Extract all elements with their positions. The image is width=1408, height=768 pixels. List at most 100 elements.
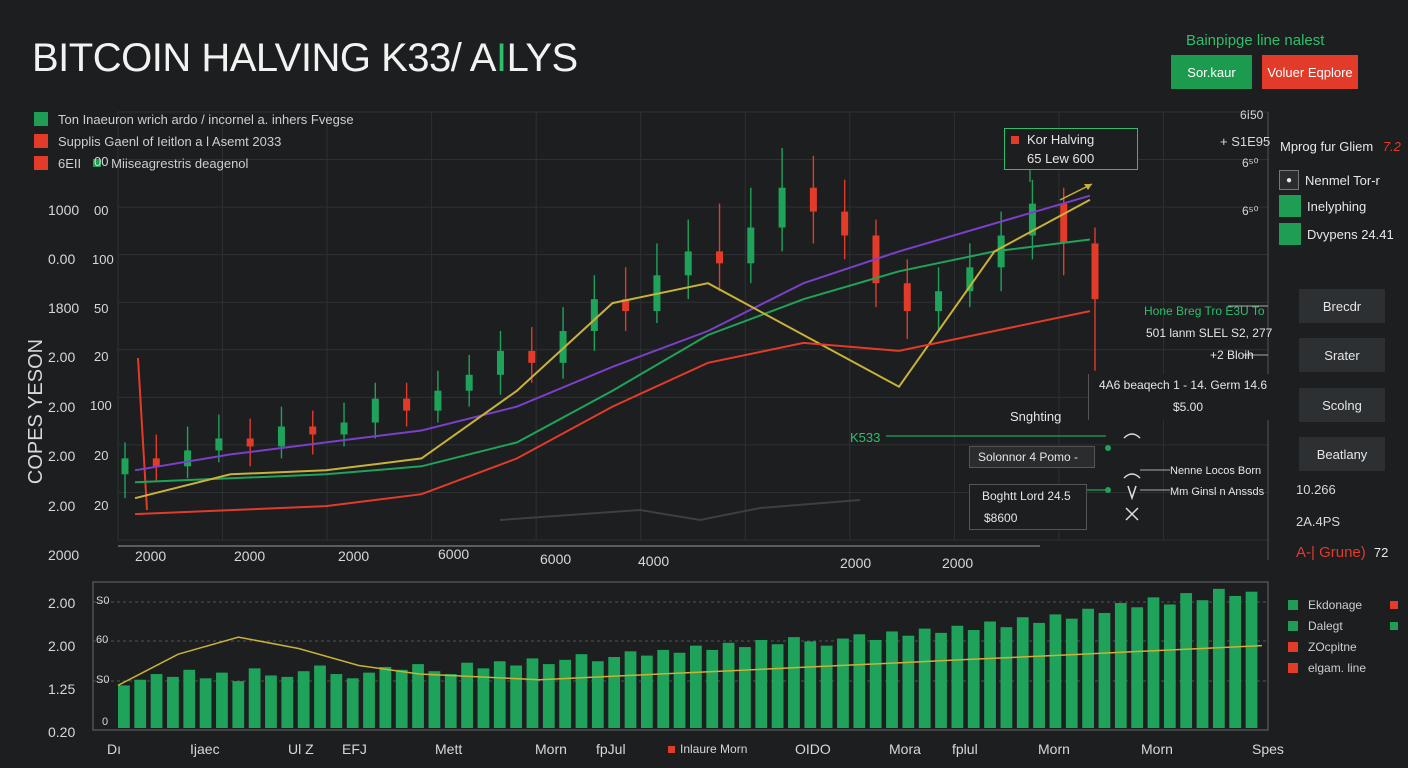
volume-bar (297, 671, 310, 728)
legend-swatch (1288, 620, 1298, 631)
green-action-button[interactable]: Sor.kaur (1171, 55, 1252, 89)
k33-label: K533 (850, 430, 881, 445)
side-button[interactable]: Beatlany (1299, 437, 1385, 471)
right-panel-footer-suffix: 72 (1373, 545, 1389, 560)
right-axis-label: 6ⅰ50 (1240, 108, 1264, 122)
volume-bar (1016, 617, 1029, 728)
halving-callout-title: Kor Halving (1011, 132, 1137, 147)
y-tick-label-inner: 00 (94, 203, 109, 218)
radio-icon: ● (1279, 170, 1299, 190)
volume-bar (886, 631, 898, 728)
right-panel-swatch (1279, 195, 1301, 217)
right-panel-item-label: Inelyphing (1307, 198, 1367, 214)
legend-swatch (34, 134, 48, 148)
y-tick-label-inner: 100 (90, 398, 112, 413)
volume-bar (591, 661, 604, 728)
header-subtitle: Bainpipge line nalest (1186, 32, 1325, 49)
legend-label: Supplis Gaenl of Ieitlon a l Asemt 2033 (58, 133, 282, 149)
volume-bar (346, 678, 359, 728)
vol-y-tick-label: 0.20 (48, 724, 76, 740)
y-tick-label-inner: 20 (94, 349, 109, 364)
volume-bar (150, 674, 163, 728)
y-tick-label: 2.00 (48, 448, 76, 464)
red-action-button[interactable]: Voluer Eqplore (1262, 55, 1358, 89)
y-tick-label-inner: 20 (94, 448, 109, 463)
vol-x-tick-label: Ijaec (190, 741, 220, 757)
vol-x-tick-label: Morn (1141, 741, 1173, 757)
right-panel-title-text: Mprog fur Gliem (1280, 139, 1374, 154)
volume-bar (984, 621, 996, 728)
right-panel-item[interactable]: ● Nenmel Tor-r (1279, 170, 1380, 190)
volume-bar (363, 672, 375, 728)
volume-bar (1180, 593, 1193, 728)
note-label: Mm Ginsl n Anssds (1170, 486, 1265, 498)
legend-label: 6EII (58, 155, 82, 171)
vol-x-tick-label: Spes (1252, 741, 1284, 757)
x-tick-label: 2000 (234, 548, 266, 564)
volume-bar (1098, 612, 1111, 728)
side-button[interactable]: Brecdr (1299, 289, 1385, 323)
y-tick-label-inner: 20 (94, 498, 109, 513)
halving-marker (1011, 135, 1019, 144)
vol-x-tick-label: Morа (889, 741, 921, 757)
volume-bar (1147, 597, 1160, 728)
volume-legend-item: Ekdonage (1288, 594, 1408, 615)
volume-bar (1196, 600, 1209, 728)
legend-label: Ekdonage (1308, 597, 1363, 612)
legend-label: Dalegt (1308, 618, 1343, 633)
volume-bar (722, 642, 735, 728)
boght-label: Boghtt Lord 24.5 (982, 489, 1071, 503)
y-tick-label: 2000 (48, 547, 80, 563)
page-title: BITCOIN HALVING K33/ AILYS (32, 36, 578, 81)
volume-bar (1000, 627, 1013, 728)
volume-bar (951, 625, 964, 728)
volume-bar (559, 659, 572, 728)
volume-bar (1229, 595, 1242, 728)
vol-x-tick-label: Dı (107, 741, 121, 757)
right-panel-title: Mprog fur Gliem 7.2 (1280, 139, 1401, 154)
volume-bar (265, 675, 277, 728)
volume-bar (1245, 591, 1258, 728)
side-button[interactable]: Scolng (1299, 388, 1385, 422)
legend-item: 6EII Miiseagrestris deagenol (34, 152, 354, 174)
vol-x-tick-label: fpJul (596, 741, 626, 757)
vol-x-tick-label: fplul (952, 741, 978, 757)
y-tick-label: 1000 (48, 202, 80, 218)
legend-mark (1390, 600, 1398, 609)
halving-callout-label: Kor Halving (1027, 132, 1095, 147)
volume-bar (837, 638, 849, 728)
right-panel-item[interactable]: Dvypens 24.41 (1279, 223, 1394, 245)
volume-bar (232, 681, 245, 728)
volume-bar (804, 641, 817, 728)
vol-y-tick-label: 1.25 (48, 681, 76, 697)
right-panel-number: 10.266 (1296, 482, 1336, 497)
volume-bar (1114, 603, 1127, 728)
legend-label: ZOcpitne (1308, 639, 1357, 654)
volume-bar (395, 669, 408, 728)
volume-bar (134, 679, 147, 728)
mid-callout-label: Hone Breg Tro E3U To (1144, 304, 1265, 318)
legend-mark (1390, 621, 1398, 630)
vol-y-tick-inner: 60 (96, 634, 109, 646)
volume-bar (199, 678, 212, 728)
vol-x-tick-label: EFJ (342, 741, 367, 757)
volume-bar (461, 662, 473, 728)
volume-bar (657, 649, 670, 728)
y-tick-label-inner: 00 (94, 154, 109, 169)
vol-x-tick-label: Ul Z (288, 741, 314, 757)
right-panel-item[interactable]: Inelyphing (1279, 195, 1366, 217)
side-button[interactable]: Srater (1299, 338, 1385, 372)
volume-bar (771, 644, 784, 728)
volume-bar (869, 639, 882, 728)
title-text: BITCOIN HALVING K33/ A (32, 36, 496, 80)
volume-bar (902, 635, 915, 728)
right-axis-label: 6⁵⁰ (1242, 156, 1259, 170)
vol-y-tick-inner: S0 (96, 674, 110, 686)
x-tick-label: 4000 (638, 553, 670, 569)
vol-y-tick-label: 2.00 (48, 595, 76, 611)
volume-bar (820, 645, 833, 728)
legend-swatch (34, 112, 48, 126)
x-tick-label: 2000 (840, 555, 872, 571)
volume-bar (673, 652, 686, 728)
vol-x-tick-label: Morn (1038, 741, 1070, 757)
